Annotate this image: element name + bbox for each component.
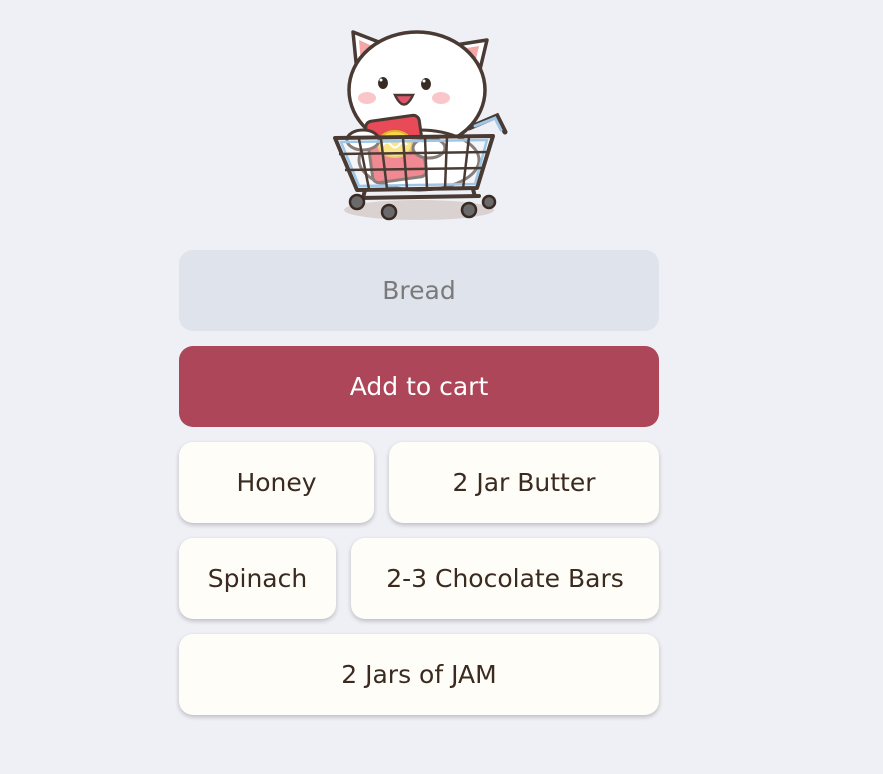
cart-items-row: Honey 2 Jar Butter	[179, 442, 659, 523]
cat-in-shopping-cart-icon	[329, 12, 509, 232]
cart-item[interactable]: Honey	[179, 442, 374, 523]
cart-items-row: Spinach 2-3 Chocolate Bars	[179, 538, 659, 619]
add-to-cart-button[interactable]: Add to cart	[179, 346, 659, 427]
item-input[interactable]	[179, 250, 659, 331]
cart-item[interactable]: 2 Jars of JAM	[179, 634, 659, 715]
cart-item[interactable]: Spinach	[179, 538, 336, 619]
cart-item[interactable]: 2-3 Chocolate Bars	[351, 538, 659, 619]
cart-items-list: Honey 2 Jar Butter Spinach 2-3 Chocolate…	[179, 442, 659, 730]
cart-items-row: 2 Jars of JAM	[179, 634, 659, 715]
cart-item[interactable]: 2 Jar Butter	[389, 442, 659, 523]
